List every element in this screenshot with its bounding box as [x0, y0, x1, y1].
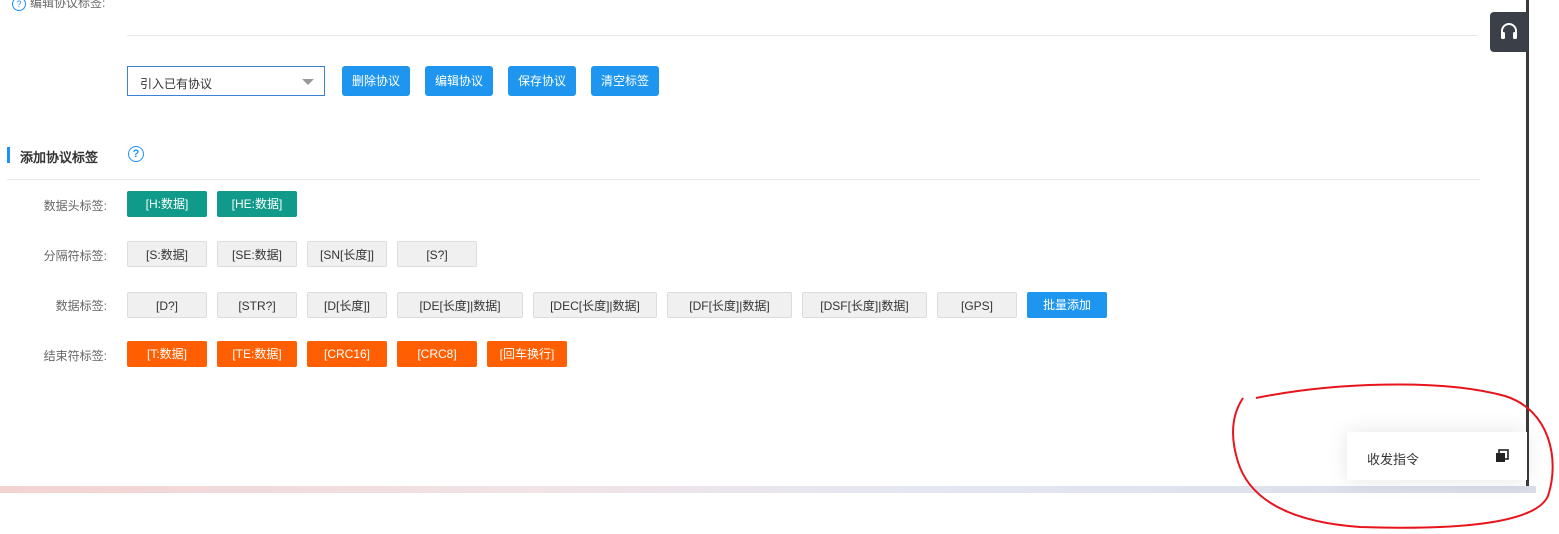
- delete-protocol-button[interactable]: 删除协议: [342, 66, 410, 96]
- customer-support-button[interactable]: [1490, 12, 1528, 52]
- divider: [127, 35, 1478, 36]
- tag-df-length-data[interactable]: [DF[长度]|数据]: [667, 292, 792, 318]
- tag-crc16[interactable]: [CRC16]: [307, 341, 387, 367]
- divider: [7, 179, 1480, 180]
- tag-dsf-length-data[interactable]: [DSF[长度]|数据]: [802, 292, 927, 318]
- tag-h-data[interactable]: [H:数据]: [127, 191, 207, 217]
- separator-tags-label: 分隔符标签:: [43, 249, 107, 263]
- tag-gps[interactable]: [GPS]: [937, 292, 1017, 318]
- clear-tags-button[interactable]: 清空标签: [591, 66, 659, 96]
- tag-de-length-data[interactable]: [DE[长度]|数据]: [397, 292, 523, 318]
- data-tags-label: 数据标签:: [55, 299, 107, 313]
- bottom-band: [0, 486, 1536, 493]
- tag-crlf[interactable]: [回车换行]: [487, 341, 567, 367]
- edit-protocol-button[interactable]: 编辑协议: [425, 66, 493, 96]
- restore-window-icon[interactable]: [1495, 449, 1509, 463]
- window-edge: [1526, 0, 1529, 488]
- section-title: 添加协议标签: [20, 150, 99, 165]
- chevron-down-icon: [302, 79, 314, 85]
- info-icon: ?: [12, 0, 26, 11]
- protocol-editor-page: ? 编辑协议标签: 引入已有协议 删除协议 编辑协议 保存协议 清空标签 添加协议…: [0, 0, 1528, 488]
- tag-d-query[interactable]: [D?]: [127, 292, 207, 318]
- headset-icon: [1501, 23, 1517, 39]
- help-icon[interactable]: ?: [128, 146, 144, 162]
- tag-he-data[interactable]: [HE:数据]: [217, 191, 297, 217]
- tag-str-query[interactable]: [STR?]: [217, 292, 297, 318]
- import-protocol-select[interactable]: 引入已有协议: [127, 66, 325, 96]
- select-value: 引入已有协议: [140, 77, 213, 91]
- end-tags-label: 结束符标签:: [43, 349, 107, 363]
- tag-crc8[interactable]: [CRC8]: [397, 341, 477, 367]
- tag-sn-length[interactable]: [SN[长度]]: [307, 241, 387, 267]
- tag-t-data[interactable]: [T:数据]: [127, 341, 207, 367]
- tag-s-data[interactable]: [S:数据]: [127, 241, 207, 267]
- header-tags-label: 数据头标签:: [43, 199, 107, 213]
- send-receive-commands-panel[interactable]: 收发指令: [1347, 432, 1527, 480]
- edit-protocol-tags-label: ? 编辑协议标签:: [12, 0, 105, 11]
- tag-d-length[interactable]: [D[长度]]: [307, 292, 387, 318]
- tag-s-query[interactable]: [S?]: [397, 241, 477, 267]
- tag-te-data[interactable]: [TE:数据]: [217, 341, 297, 367]
- tag-se-data[interactable]: [SE:数据]: [217, 241, 297, 267]
- batch-add-button[interactable]: 批量添加: [1027, 292, 1107, 318]
- save-protocol-button[interactable]: 保存协议: [508, 66, 576, 96]
- section-accent-bar: [7, 147, 10, 163]
- tag-dec-length-data[interactable]: [DEC[长度]|数据]: [533, 292, 657, 318]
- send-receive-commands-label: 收发指令: [1367, 452, 1420, 467]
